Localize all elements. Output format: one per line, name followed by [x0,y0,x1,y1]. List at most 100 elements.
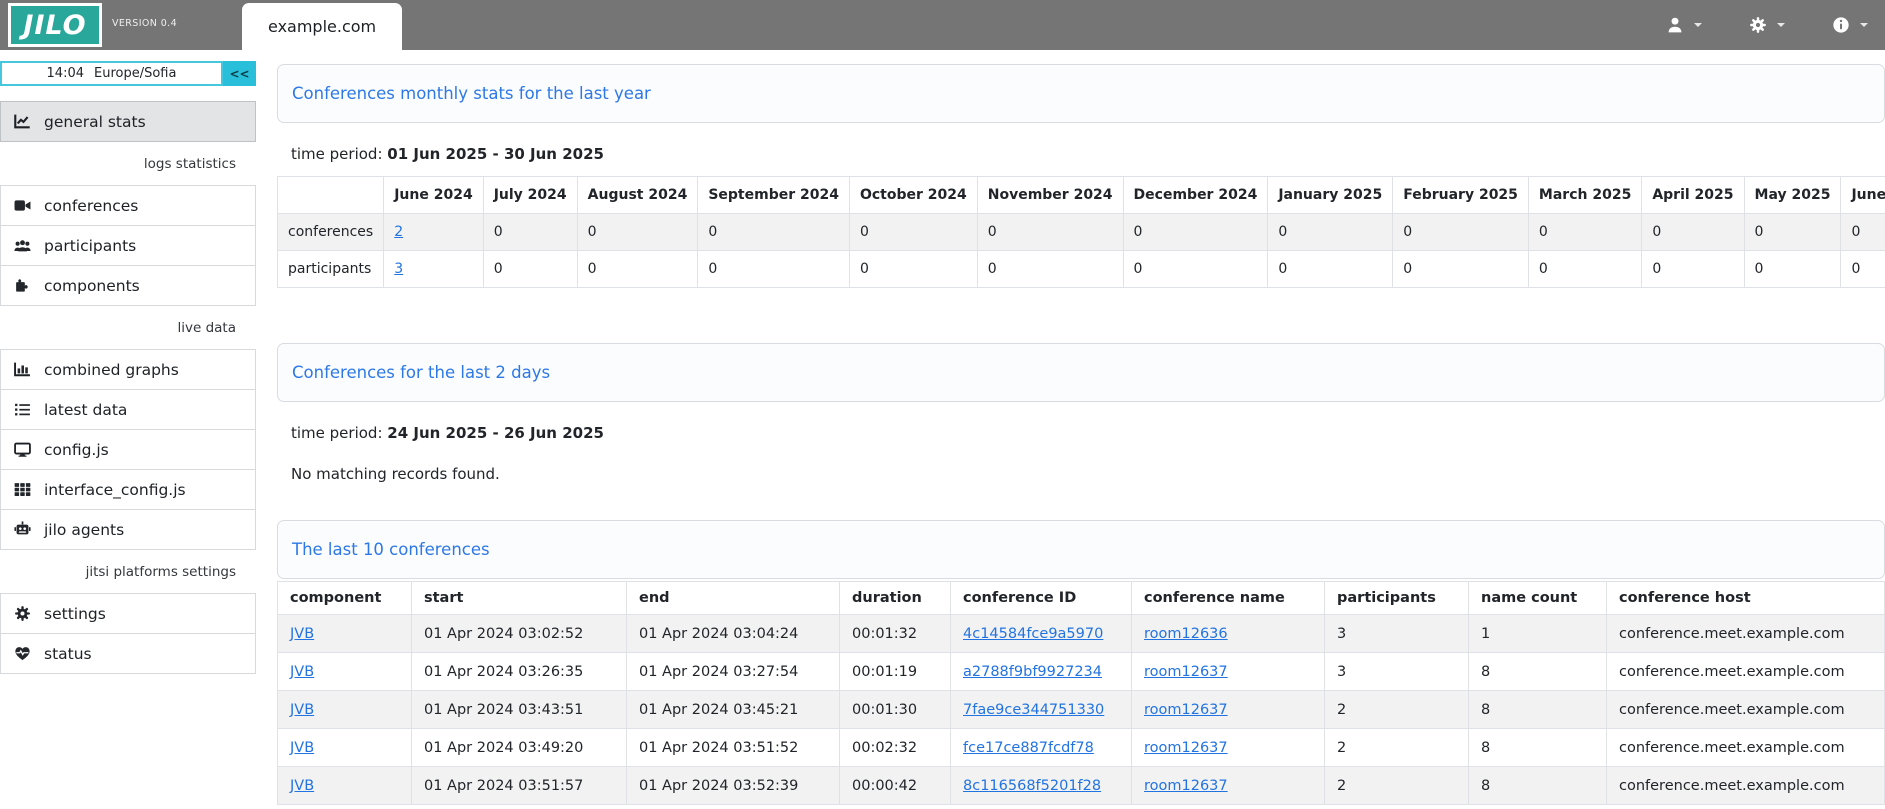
bar-chart-icon [14,361,31,378]
time-period-label: time period: [291,145,383,163]
conference-link[interactable]: room12636 [1144,626,1228,642]
last-2-days-title[interactable]: Conferences for the last 2 days [292,363,550,382]
conference-cell-conference-name: room12637 [1132,691,1325,729]
sidebar-item-label: jilo agents [44,521,124,539]
sidebar-item-label: general stats [44,113,146,131]
conference-link[interactable]: a2788f9bf9927234 [963,664,1102,680]
clock-display: 14:04 Europe/Sofia [0,61,223,86]
conference-link[interactable]: room12637 [1144,664,1228,680]
conference-cell-conference-ID: 4c14584fce9a5970 [951,615,1132,653]
sidebar-section-label: jitsi platforms settings [0,550,256,594]
sidebar-item-status[interactable]: status [0,633,256,674]
monthly-value-cell: 0 [698,251,850,288]
monthly-row-participants: participants3000000000000 [278,251,1885,288]
sidebar-collapse-button[interactable]: << [223,61,256,86]
clock-widget: 14:04 Europe/Sofia << [0,61,256,86]
sidebar-item-label: conferences [44,197,138,215]
monthly-month-header: October 2024 [849,177,977,214]
conference-cell-participants: 2 [1325,691,1469,729]
conference-cell-conference-ID: 8c116568f5201f28 [951,767,1132,805]
conference-cell-participants: 3 [1325,653,1469,691]
monthly-row-label: participants [278,251,384,288]
monthly-stats-table: June 2024July 2024August 2024September 2… [277,176,1885,288]
sidebar-item-label: interface_config.js [44,481,186,499]
sidebar-item-jilo-agents[interactable]: jilo agents [0,509,256,550]
last-10-col-header-conference-host: conference host [1607,582,1885,615]
conference-cell-end: 01 Apr 2024 03:51:52 [627,729,840,767]
conference-link[interactable]: 8c116568f5201f28 [963,778,1101,794]
monthly-value-cell: 0 [1744,214,1841,251]
monthly-value-cell: 0 [1528,251,1641,288]
last-10-col-header-name-count: name count [1469,582,1607,615]
desktop-icon [14,441,31,458]
conference-cell-component: JVB [278,691,412,729]
monthly-value-cell: 3 [384,251,483,288]
conference-cell-start: 01 Apr 2024 03:26:35 [412,653,627,691]
sidebar-item-components[interactable]: components [0,265,256,306]
monthly-value-link[interactable]: 3 [394,261,403,277]
conference-cell-conference-name: room12637 [1132,729,1325,767]
conference-cell-participants: 3 [1325,615,1469,653]
settings-menu[interactable] [1749,16,1786,34]
conference-cell-conference-ID: 7fae9ce344751330 [951,691,1132,729]
monthly-value-cell: 0 [977,251,1123,288]
conference-link[interactable]: JVB [290,626,314,642]
conference-link[interactable]: JVB [290,702,314,718]
conference-cell-end: 01 Apr 2024 03:04:24 [627,615,840,653]
app-logo: JILO [8,3,102,47]
monthly-month-header: March 2025 [1528,177,1641,214]
sidebar-item-label: latest data [44,401,127,419]
version-label: VERSION 0.4 [112,18,177,29]
conference-link[interactable]: 7fae9ce344751330 [963,702,1104,718]
platform-tab[interactable]: example.com [242,3,402,50]
last-2-days-card-header: Conferences for the last 2 days [277,343,1885,402]
sidebar-item-participants[interactable]: participants [0,225,256,266]
sidebar-item-general-stats[interactable]: general stats [0,101,256,142]
last-10-title[interactable]: The last 10 conferences [292,540,490,559]
monthly-value-cell: 0 [1841,251,1885,288]
conference-cell-conference-name: room12636 [1132,615,1325,653]
top-bar: JILO VERSION 0.4 example.com [0,0,1885,50]
sidebar-item-label: combined graphs [44,361,179,379]
sidebar-item-latest-data[interactable]: latest data [0,389,256,430]
robot-icon [14,521,31,538]
sidebar-item-interface-config-js[interactable]: interface_config.js [0,469,256,510]
conference-cell-duration: 00:01:19 [840,653,951,691]
monthly-month-header: April 2025 [1642,177,1744,214]
conference-link[interactable]: room12637 [1144,702,1228,718]
conference-link[interactable]: 4c14584fce9a5970 [963,626,1103,642]
monthly-value-cell: 0 [577,214,698,251]
conference-link[interactable]: room12637 [1144,778,1228,794]
clock-time: 14:04 [47,66,84,81]
conference-link[interactable]: fce17ce887fcdf78 [963,740,1094,756]
monthly-value-cell: 0 [1123,214,1268,251]
conference-link[interactable]: JVB [290,740,314,756]
monthly-value-cell: 0 [698,214,850,251]
sidebar: 14:04 Europe/Sofia << general stats logs … [0,50,256,809]
info-circle-icon [1832,16,1850,34]
sidebar-item-conferences[interactable]: conferences [0,185,256,226]
conference-link[interactable]: JVB [290,664,314,680]
last-2-days-time-period: time period: 24 Jun 2025 - 26 Jun 2025 [291,423,1885,444]
sidebar-item-settings[interactable]: settings [0,593,256,634]
monthly-row-label: conferences [278,214,384,251]
sidebar-item-combined-graphs[interactable]: combined graphs [0,349,256,390]
conference-link[interactable]: JVB [290,778,314,794]
sidebar-section-label: logs statistics [0,142,256,186]
conference-link[interactable]: room12637 [1144,740,1228,756]
sidebar-item-label: config.js [44,441,109,459]
monthly-stats-title[interactable]: Conferences monthly stats for the last y… [292,84,651,103]
section-monthly-stats: Conferences monthly stats for the last y… [277,64,1885,288]
chart-line-icon [14,113,31,130]
info-menu[interactable] [1832,16,1869,34]
conference-cell-name-count: 8 [1469,729,1607,767]
monthly-value-link[interactable]: 2 [394,224,403,240]
sidebar-item-config-js[interactable]: config.js [0,429,256,470]
caret-down-icon [1859,20,1869,30]
monthly-month-header: January 2025 [1268,177,1393,214]
heart-pulse-icon [14,645,31,662]
monthly-value-cell: 2 [384,214,483,251]
conference-cell-component: JVB [278,729,412,767]
user-menu[interactable] [1666,16,1703,34]
monthly-value-cell: 0 [1123,251,1268,288]
